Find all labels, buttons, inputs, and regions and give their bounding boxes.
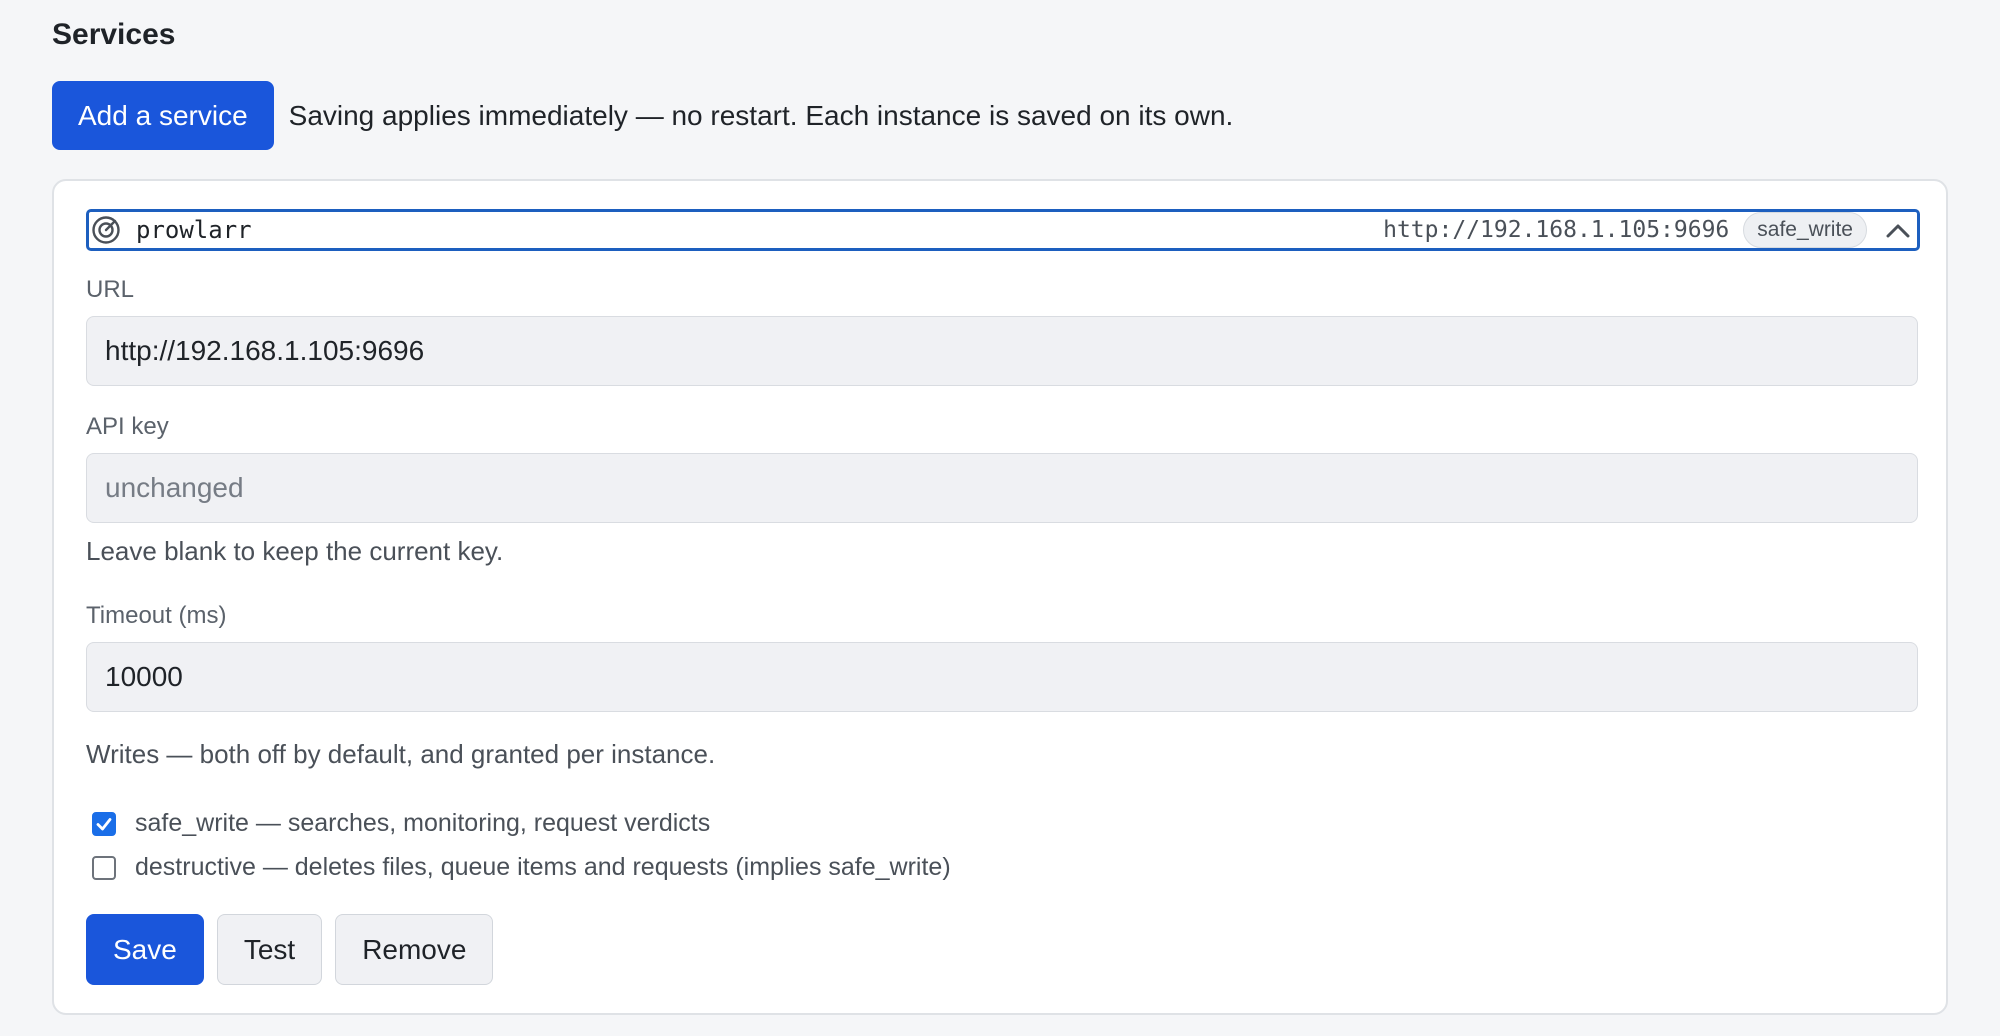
service-card: prowlarr http://192.168.1.105:9696 safe_… bbox=[52, 179, 1948, 1015]
safe-write-checkbox[interactable] bbox=[92, 811, 116, 836]
safe-write-label: safe_write — searches, monitoring, reque… bbox=[135, 809, 711, 837]
service-header[interactable]: prowlarr http://192.168.1.105:9696 safe_… bbox=[86, 209, 1920, 251]
api-key-hint: Leave blank to keep the current key. bbox=[86, 536, 504, 566]
add-service-button[interactable]: Add a service bbox=[52, 81, 274, 150]
api-key-label: API key bbox=[86, 413, 169, 440]
radar-icon bbox=[90, 214, 122, 246]
api-key-input[interactable] bbox=[86, 453, 1918, 523]
destructive-checkbox[interactable] bbox=[92, 855, 116, 880]
save-button[interactable]: Save bbox=[86, 914, 204, 985]
save-note: Saving applies immediately — no restart.… bbox=[288, 99, 1234, 131]
timeout-input[interactable] bbox=[86, 642, 1918, 712]
service-name: prowlarr bbox=[136, 216, 252, 244]
section-title: Services bbox=[52, 18, 176, 51]
destructive-label: destructive — deletes files, queue items… bbox=[135, 853, 951, 881]
permission-badge: safe_write bbox=[1743, 212, 1867, 248]
chevron-up-icon[interactable] bbox=[1879, 212, 1917, 248]
url-label: URL bbox=[86, 276, 135, 303]
writes-note: Writes — both off by default, and grante… bbox=[86, 739, 716, 769]
safe-write-option: safe_write — searches, monitoring, reque… bbox=[92, 809, 710, 838]
test-button[interactable]: Test bbox=[216, 914, 323, 985]
timeout-label: Timeout (ms) bbox=[86, 602, 227, 629]
url-input[interactable] bbox=[86, 316, 1918, 386]
top-row: Add a service Saving applies immediately… bbox=[52, 81, 1233, 150]
destructive-option: destructive — deletes files, queue items… bbox=[92, 853, 951, 882]
remove-button[interactable]: Remove bbox=[335, 914, 494, 985]
service-url: http://192.168.1.105:9696 bbox=[1383, 217, 1730, 243]
checkmark-icon bbox=[96, 817, 112, 830]
action-bar: Save Test Remove bbox=[86, 914, 506, 985]
page: Services Add a service Saving applies im… bbox=[0, 0, 2000, 1036]
